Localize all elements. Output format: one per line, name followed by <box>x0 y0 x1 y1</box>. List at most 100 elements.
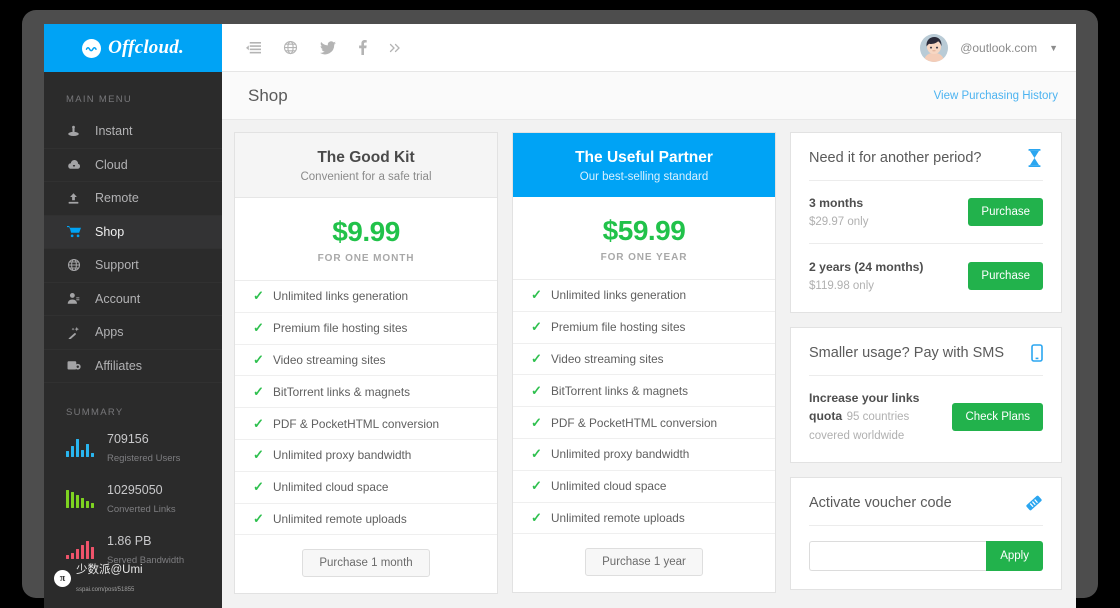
plan-feature: ✓ PDF & PocketHTML conversion <box>235 408 497 440</box>
plan-footer: Purchase 1 month <box>235 535 497 593</box>
plan-price-block: $59.99 FOR ONE YEAR <box>513 197 775 280</box>
plan-feature: ✓ Unlimited remote uploads <box>513 503 775 535</box>
purchase-1-year-button[interactable]: Purchase 1 year <box>585 548 703 577</box>
apply-voucher-button[interactable]: Apply <box>986 541 1043 572</box>
plan-tagline: Our best-selling standard <box>579 171 709 183</box>
watermark-url: sspai.com/post/51855 <box>76 587 135 593</box>
right-rail: Need it for another period? 3 months $29… <box>790 132 1062 591</box>
plan-feature: ✓ Unlimited remote uploads <box>235 504 497 536</box>
offer-text: 3 months $29.97 only <box>809 194 968 230</box>
plan-card-useful-partner: The Useful Partner Our best-selling stan… <box>512 132 776 594</box>
collapse-sidebar-icon[interactable] <box>246 41 261 55</box>
offer-price: $29.97 only <box>809 216 869 228</box>
plan-period: FOR ONE YEAR <box>600 252 688 263</box>
facebook-icon[interactable] <box>358 40 367 55</box>
period-offer-2-years: 2 years (24 months) $119.98 only Purchas… <box>809 243 1043 294</box>
purchase-3-months-button[interactable]: Purchase <box>968 198 1043 226</box>
check-plans-button[interactable]: Check Plans <box>952 402 1043 431</box>
check-icon: ✓ <box>253 320 264 336</box>
sidebar-item-support[interactable]: Support <box>44 249 222 283</box>
hourglass-icon <box>1026 149 1043 167</box>
plan-price: $59.99 <box>602 215 686 246</box>
plan-feature: ✓ Premium file hosting sites <box>513 312 775 344</box>
stat-value: 1.86 PB <box>107 534 152 548</box>
check-icon: ✓ <box>253 351 264 367</box>
sidebar-item-label: Affiliates <box>95 358 143 373</box>
panel-header: Need it for another period? <box>809 149 1043 180</box>
watermark: π 少数派@Umi sspai.com/post/51855 <box>54 560 143 596</box>
twitter-icon[interactable] <box>320 40 336 55</box>
feature-label: BitTorrent links & magnets <box>273 384 411 399</box>
check-icon: ✓ <box>531 350 542 366</box>
plan-footer: Purchase 1 year <box>513 534 775 592</box>
plan-price-block: $9.99 FOR ONE MONTH <box>235 198 497 281</box>
period-offer-3-months: 3 months $29.97 only Purchase <box>809 181 1043 230</box>
sidebar-item-instant[interactable]: Instant <box>44 115 222 149</box>
offer-name: 3 months <box>809 196 864 210</box>
plan-card-good-kit: The Good Kit Convenient for a safe trial… <box>234 132 498 595</box>
sidebar: Offcloud. MAIN MENU Instant Cloud Remote… <box>44 24 222 608</box>
feature-label: Unlimited remote uploads <box>551 510 685 525</box>
feature-label: Premium file hosting sites <box>551 320 686 335</box>
offer-price: $119.98 only <box>809 280 875 292</box>
summary-heading: SUMMARY <box>66 407 124 418</box>
feature-label: Unlimited proxy bandwidth <box>273 448 412 463</box>
stat-converted-links: 10295050 Converted Links <box>44 481 222 532</box>
sidebar-item-remote[interactable]: Remote <box>44 182 222 216</box>
plan-price: $9.99 <box>332 216 400 247</box>
plan-feature: ✓ BitTorrent links & magnets <box>513 375 775 408</box>
account-menu[interactable]: @outlook.com ▼ <box>920 33 1058 62</box>
voucher-form: Apply <box>809 526 1043 572</box>
sidebar-item-shop[interactable]: Shop <box>44 215 222 249</box>
main-area: @outlook.com ▼ Shop View Purchasing Hist… <box>222 24 1076 608</box>
sidebar-item-label: Support <box>95 258 139 273</box>
sidebar-item-cloud[interactable]: Cloud <box>44 149 222 182</box>
avatar[interactable] <box>920 33 949 62</box>
sidebar-item-affiliates[interactable]: Affiliates <box>44 350 222 383</box>
sidebar-item-apps[interactable]: Apps <box>44 316 222 350</box>
sidebar-item-label: Apps <box>95 325 124 340</box>
topbar-icon-group <box>236 40 401 55</box>
plan-feature: ✓ Unlimited links generation <box>513 280 775 312</box>
brand-logo[interactable]: Offcloud. <box>44 24 222 72</box>
panel-title: Need it for another period? <box>809 150 982 166</box>
plan-feature: ✓ Unlimited cloud space <box>513 471 775 503</box>
sms-offer-row: Increase your links quota 95 countries c… <box>809 376 1043 444</box>
purchase-2-years-button[interactable]: Purchase <box>968 262 1043 290</box>
feature-label: Video streaming sites <box>551 351 664 366</box>
view-purchasing-history-link[interactable]: View Purchasing History <box>934 90 1058 102</box>
plan-feature: ✓ Unlimited cloud space <box>235 472 497 504</box>
feature-label: BitTorrent links & magnets <box>551 383 689 398</box>
account-name: @outlook.com <box>960 40 1038 55</box>
topbar: @outlook.com ▼ <box>222 24 1076 72</box>
stat-value: 10295050 <box>107 483 163 497</box>
panel-header: Smaller usage? Pay with SMS <box>809 344 1043 375</box>
wave-circle-logo-icon <box>82 38 102 58</box>
sidebar-item-account[interactable]: Account <box>44 283 222 316</box>
stat-label: Converted Links <box>107 504 176 515</box>
check-icon: ✓ <box>531 509 542 525</box>
globe-icon[interactable] <box>283 40 298 55</box>
check-icon: ✓ <box>253 447 264 463</box>
voucher-code-input[interactable] <box>809 541 987 572</box>
chevron-down-icon[interactable]: ▼ <box>1049 43 1058 53</box>
feature-label: Unlimited links generation <box>551 288 687 303</box>
sidebar-item-label: Remote <box>95 191 139 206</box>
plan-feature-list: ✓ Unlimited links generation ✓ Premium fil… <box>513 280 775 535</box>
user-icon <box>66 292 81 305</box>
sparkline-chart <box>66 541 95 559</box>
panel-another-period: Need it for another period? 3 months $29… <box>790 132 1062 313</box>
feature-label: Video streaming sites <box>273 352 386 367</box>
panel-title: Activate voucher code <box>809 495 952 512</box>
more-chevron-icon[interactable] <box>389 42 401 54</box>
affiliates-icon <box>66 359 81 372</box>
panel-voucher: Activate voucher code Apply <box>790 477 1062 591</box>
purchase-1-month-button[interactable]: Purchase 1 month <box>302 549 430 578</box>
sidebar-item-label: Account <box>95 291 141 306</box>
plan-feature: ✓ Unlimited proxy bandwidth <box>235 440 497 472</box>
cloud-icon <box>66 158 81 171</box>
mobile-phone-icon <box>1031 344 1043 362</box>
panel-sms: Smaller usage? Pay with SMS Increase you… <box>790 327 1062 464</box>
plan-feature: ✓ PDF & PocketHTML conversion <box>513 407 775 439</box>
check-icon: ✓ <box>253 510 264 526</box>
